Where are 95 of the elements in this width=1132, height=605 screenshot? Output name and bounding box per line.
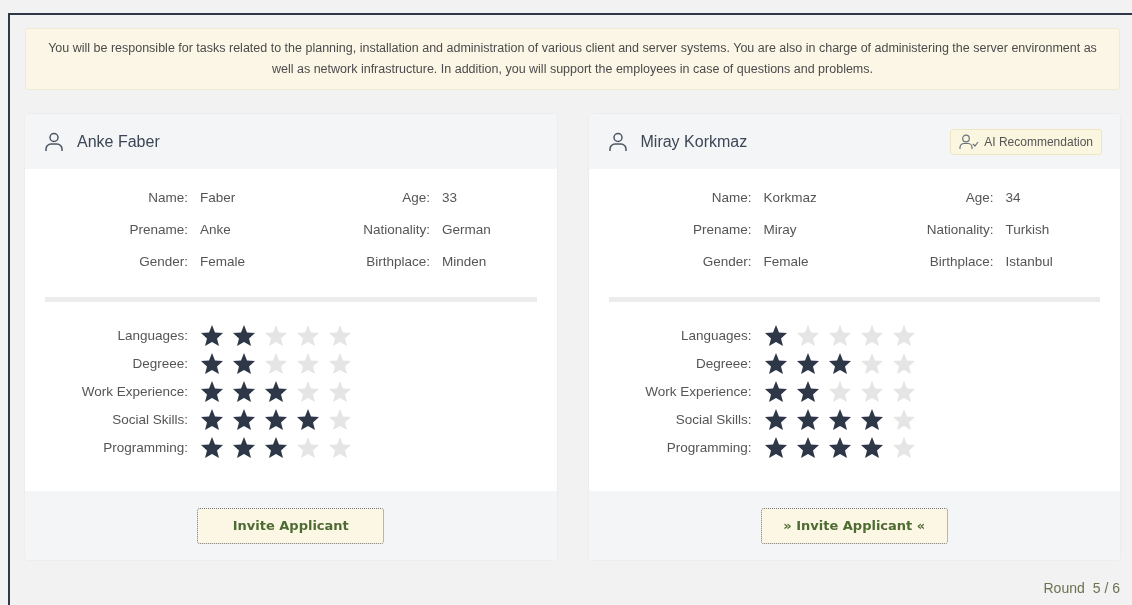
field-label: Age: [401, 189, 430, 207]
skill-label: Work Experience: [644, 384, 752, 399]
badge-label: AI Recommendation [984, 134, 1093, 149]
applicant-name: Anke Faber [77, 132, 161, 151]
skill-label: Programming: [102, 440, 188, 455]
star-icon [296, 352, 320, 375]
field-label: Name: [710, 189, 752, 207]
field-value: Turkish [1005, 221, 1051, 239]
star-icon [891, 324, 916, 347]
skill-label: Languages: [679, 328, 752, 343]
user-icon [608, 131, 627, 152]
skill-label: Languages: [116, 328, 188, 343]
skill-label: Work Experience: [80, 384, 188, 399]
field-label: Gender: [701, 253, 752, 271]
field-label: Age: [964, 189, 994, 207]
skill-label: Social Skills: [111, 412, 188, 427]
star-icon [891, 408, 916, 431]
star-icon [763, 408, 788, 431]
star-icon [200, 324, 224, 347]
star-icon [827, 380, 852, 403]
field-label: Nationality: [925, 221, 994, 239]
star-icon [827, 408, 852, 431]
star-icon [891, 380, 916, 403]
star-icon [264, 324, 288, 347]
field-value: German [442, 221, 492, 239]
star-icon [232, 324, 256, 347]
field-value: Minden [442, 253, 488, 271]
star-icon [264, 380, 288, 403]
star-icon [328, 352, 352, 375]
star-icon [232, 380, 256, 403]
field-value: Female [200, 253, 246, 271]
star-icon [200, 352, 224, 375]
field-value: Anke [200, 221, 232, 239]
star-icon [795, 408, 820, 431]
star-icon [296, 380, 320, 403]
star-icon [795, 380, 820, 403]
star-icon [296, 436, 320, 459]
field-label: Prename: [691, 221, 752, 239]
star-icon [891, 352, 916, 375]
star-icon [827, 352, 852, 375]
star-icon [200, 436, 224, 459]
user-check-icon [959, 133, 980, 150]
star-icon [859, 436, 884, 459]
star-icon [795, 436, 820, 459]
star-icon [296, 408, 320, 431]
job-description: You will be responsible for tasks related to the planning, installation and administration of various client and server systems. You are also in charge of administering the server environment as well as network infrastructure. In addition, you will support the employees in case of questions and problems. [25, 28, 1120, 90]
field-label: Birthplace: [365, 253, 430, 271]
star-icon [328, 436, 352, 459]
field-label: Nationality: [362, 221, 430, 239]
star-icon [859, 324, 884, 347]
round-label: Round [1043, 580, 1085, 596]
skill-label: Social Skills: [674, 412, 752, 427]
star-icon [232, 408, 256, 431]
user-icon [45, 131, 63, 152]
skill-label: Degreee: [131, 356, 188, 371]
star-icon [232, 436, 256, 459]
star-icon [328, 408, 352, 431]
star-icon [827, 324, 852, 347]
field-label: Birthplace: [928, 253, 994, 271]
star-icon [200, 380, 224, 403]
star-icon [264, 436, 288, 459]
star-icon [264, 352, 288, 375]
field-label: Prename: [128, 221, 188, 239]
star-icon [891, 436, 916, 459]
applicant-name: Miray Korkmaz [640, 132, 749, 151]
star-icon [763, 380, 788, 403]
star-icon [296, 324, 320, 347]
star-icon [763, 436, 788, 459]
star-icon [200, 408, 224, 431]
field-value: Female [763, 253, 810, 271]
field-value: Istanbul [1005, 253, 1054, 271]
star-icon [328, 380, 352, 403]
star-icon [827, 436, 852, 459]
star-icon [763, 324, 788, 347]
star-icon [859, 352, 884, 375]
invite-button[interactable]: » Invite Applicant « [760, 507, 948, 544]
star-icon [859, 408, 884, 431]
star-icon [859, 380, 884, 403]
field-label: Name: [147, 189, 188, 207]
star-icon [232, 352, 256, 375]
star-icon [795, 352, 820, 375]
field-value: Miray [763, 221, 798, 239]
skill-label: Degreee: [694, 356, 752, 371]
field-value: 34 [1005, 189, 1022, 207]
skill-label: Programming: [665, 440, 752, 455]
field-value: Faber [200, 189, 237, 207]
star-icon [795, 324, 820, 347]
star-icon [328, 324, 352, 347]
round-value: 5 / 6 [1092, 580, 1120, 596]
star-icon [763, 352, 788, 375]
field-label: Gender: [138, 253, 188, 271]
invite-button[interactable]: Invite Applicant [197, 507, 385, 544]
field-value: 33 [442, 189, 459, 207]
star-icon [264, 408, 288, 431]
field-value: Korkmaz [763, 189, 818, 207]
